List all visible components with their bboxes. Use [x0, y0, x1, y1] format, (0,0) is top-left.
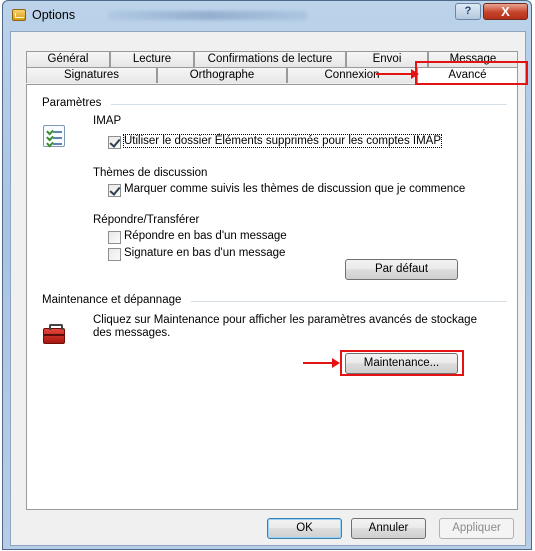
annotation-arrow-maintenance	[303, 358, 340, 368]
title-bar[interactable]: Options ? X	[3, 1, 531, 31]
annotation-highlight-maintenance	[340, 350, 464, 376]
annotation-highlight-avance-tab	[415, 61, 528, 85]
options-app-icon	[12, 9, 26, 21]
tab-general[interactable]: Général	[26, 51, 110, 67]
parametres-group-line	[111, 104, 507, 105]
maintenance-group-title: Maintenance et dépannage	[42, 294, 182, 306]
tab-orthographe[interactable]: Orthographe	[157, 67, 287, 83]
tab-signatures[interactable]: Signatures	[26, 67, 157, 83]
window-title: Options	[32, 8, 76, 22]
maintenance-description: Cliquez sur Maintenance pour afficher le…	[93, 314, 477, 339]
signature-bottom-label[interactable]: Signature en bas d'un message	[124, 247, 285, 259]
threads-label: Thèmes de discussion	[93, 167, 208, 179]
mark-threads-label[interactable]: Marquer comme suivis les thèmes de discu…	[124, 183, 465, 195]
tab-connexion[interactable]: Connexion	[287, 67, 417, 83]
tab-lecture[interactable]: Lecture	[110, 51, 194, 67]
dialog-client-area: Général Lecture Confirmations de lecture…	[10, 31, 528, 546]
default-button[interactable]: Par défaut	[345, 259, 458, 280]
imap-deleted-items-label[interactable]: Utiliser le dossier Éléments supprimés p…	[122, 134, 443, 148]
tab-confirmations[interactable]: Confirmations de lecture	[194, 51, 346, 67]
reply-forward-label: Répondre/Transférer	[93, 214, 200, 226]
signature-bottom-checkbox[interactable]	[108, 248, 121, 261]
cancel-button[interactable]: Annuler	[351, 518, 426, 539]
imap-deleted-items-checkbox[interactable]	[108, 136, 121, 149]
close-button[interactable]: X	[483, 3, 528, 20]
maintenance-group-line	[191, 301, 507, 302]
blurred-background-titlebar	[108, 11, 308, 20]
ok-button[interactable]: OK	[267, 518, 342, 539]
options-dialog: Options ? X Général Lecture Confirmation…	[2, 0, 532, 550]
reply-bottom-label[interactable]: Répondre en bas d'un message	[124, 230, 287, 242]
reply-bottom-checkbox[interactable]	[108, 231, 121, 244]
imap-label: IMAP	[93, 115, 122, 127]
toolbox-icon	[43, 324, 65, 344]
apply-button[interactable]: Appliquer	[439, 518, 514, 539]
mark-threads-checkbox[interactable]	[108, 184, 121, 197]
help-button[interactable]: ?	[455, 3, 481, 20]
annotation-arrow-avance-tab	[376, 69, 419, 79]
imap-settings-icon	[43, 125, 65, 148]
advanced-tab-panel: Paramètres IMAP Utiliser le dossier Élém…	[26, 84, 518, 510]
parametres-group-title: Paramètres	[42, 97, 102, 109]
